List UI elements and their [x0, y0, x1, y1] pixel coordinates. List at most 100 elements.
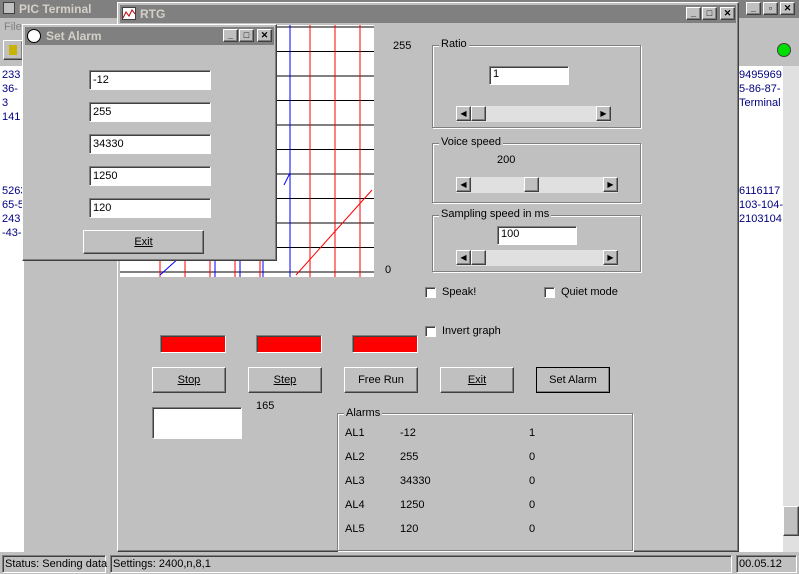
rtg-minimize-button[interactable]: _ [686, 7, 701, 20]
slider-right-arrow-icon[interactable]: ▶ [596, 106, 611, 121]
rtg-close-button[interactable]: ✕ [720, 7, 735, 20]
slider-left-arrow-icon[interactable]: ◀ [456, 106, 471, 121]
quiet-mode-label: Quiet mode [561, 286, 618, 298]
toolbar-tool-button[interactable] [3, 40, 23, 60]
alarm-value: 1250 [400, 499, 425, 511]
exit-button-label: Exit [467, 374, 487, 386]
indicator-2 [256, 335, 322, 353]
alarm-3-input[interactable]: 34330 [89, 134, 211, 154]
value-display-box [152, 407, 242, 439]
alarm-state: 0 [529, 523, 536, 535]
set-alarm-exit-label: Exit [134, 236, 153, 248]
invert-graph-label: Invert graph [442, 325, 501, 337]
indicator-3 [352, 335, 418, 353]
rtg-title: RTG [140, 7, 166, 21]
set-alarm-maximize-button[interactable]: □ [239, 29, 254, 42]
voice-speed-group: Voice speed 200 ◀ ▶ [432, 136, 641, 203]
terminal-text-left: 233 36-3 141 5263 65-5 243 -43- [0, 66, 24, 552]
set-alarm-minimize-button[interactable]: _ [223, 29, 238, 42]
terminal-restore-button[interactable]: ▫ [763, 2, 778, 15]
slider-left-arrow-icon[interactable]: ◀ [456, 177, 471, 192]
terminal-text-right: 9495969 5-86-87- Terminal 6116117 103-10… [738, 66, 783, 552]
exit-button[interactable]: Exit [440, 367, 514, 393]
settings-panel: Settings: 2400,n,8,1 [110, 555, 732, 573]
slider-thumb[interactable] [471, 106, 486, 121]
terminal-line: 36-3 [2, 83, 18, 109]
alarm-row: AL2 255 0 [345, 451, 625, 465]
alarm-2-input[interactable]: 255 [89, 102, 211, 122]
settings-text: Settings: 2400,n,8,1 [113, 558, 211, 570]
ratio-input[interactable]: 1 [489, 66, 569, 85]
set-alarm-button-label: Set Alarm [549, 374, 597, 386]
step-button-label: Step [273, 374, 297, 386]
alarm-state: 1 [529, 427, 536, 439]
voice-speed-value: 200 [497, 154, 516, 166]
status-panel: Status: Sending data [2, 555, 108, 573]
alarm-value: 255 [400, 451, 419, 463]
set-alarm-close-button[interactable]: ✕ [257, 29, 272, 42]
terminal-line: -43- [2, 227, 22, 239]
graph-max-label: 255 [393, 40, 412, 52]
sampling-speed-input[interactable]: 100 [497, 226, 577, 245]
rtg-app-icon [122, 7, 136, 20]
scroll-thumb[interactable] [783, 506, 799, 536]
counter-value: 165 [256, 400, 275, 412]
alarms-group: Alarms AL1 -12 1 AL2 255 0 AL3 34330 0 AL4 1250 0 AL… [337, 407, 633, 551]
quiet-mode-checkbox[interactable]: Quiet mode [544, 286, 634, 300]
rtg-maximize-button[interactable]: □ [702, 7, 717, 20]
alarm-1-input[interactable]: -12 [89, 70, 211, 90]
terminal-line: 2103104 [739, 213, 782, 225]
alarm-name: AL2 [345, 451, 365, 463]
invert-graph-checkbox[interactable]: Invert graph [425, 325, 525, 339]
stop-button[interactable]: Stop [152, 367, 226, 393]
alarm-row: AL5 120 0 [345, 523, 625, 537]
alarm-5-input[interactable]: 120 [89, 198, 211, 218]
slider-right-arrow-icon[interactable]: ▶ [603, 177, 618, 192]
terminal-line: 141 [2, 111, 21, 123]
rtg-titlebar[interactable]: RTG _ □ ✕ [120, 5, 736, 23]
connection-status-led [777, 43, 791, 57]
slider-thumb[interactable] [524, 177, 539, 192]
checkbox-box[interactable] [544, 287, 555, 298]
sampling-speed-slider[interactable]: ◀ ▶ [456, 250, 618, 266]
terminal-line: Terminal [739, 97, 781, 109]
sampling-speed-label: Sampling speed in ms [439, 208, 552, 220]
terminal-line: 243 [2, 213, 21, 225]
alarm-4-input[interactable]: 1250 [89, 166, 211, 186]
checkbox-box[interactable] [425, 287, 436, 298]
voice-speed-slider[interactable]: ◀ ▶ [456, 177, 618, 193]
ratio-label: Ratio [439, 38, 469, 50]
stop-button-label: Stop [177, 374, 201, 386]
set-alarm-button[interactable]: Set Alarm [536, 367, 610, 393]
terminal-line: 6116117 [739, 185, 781, 197]
terminal-line: 65-5 [2, 199, 24, 211]
alarm-row: AL3 34330 0 [345, 475, 625, 489]
terminal-close-button[interactable]: ✕ [780, 2, 795, 15]
tool-icon [9, 45, 17, 55]
status-text: Status: Sending data [5, 558, 108, 570]
alarm-value: 120 [400, 523, 419, 535]
terminal-line: 5-86-87- [739, 83, 781, 95]
graph-red-trace [295, 189, 373, 276]
alarm-value: -12 [400, 427, 416, 439]
ratio-slider[interactable]: ◀ ▶ [456, 106, 611, 122]
set-alarm-exit-button[interactable]: Exit [83, 230, 204, 254]
slider-thumb[interactable] [471, 250, 486, 265]
menu-file[interactable]: File [4, 21, 22, 33]
slider-left-arrow-icon[interactable]: ◀ [456, 250, 471, 265]
checkbox-box[interactable] [425, 326, 436, 337]
terminal-app-icon [3, 2, 15, 14]
alarm-name: AL1 [345, 427, 365, 439]
terminal-vertical-scrollbar[interactable] [783, 66, 799, 552]
free-run-button-label: Free Run [358, 374, 404, 386]
slider-right-arrow-icon[interactable]: ▶ [603, 250, 618, 265]
step-button[interactable]: Step [248, 367, 322, 393]
alarm-name: AL5 [345, 523, 365, 535]
terminal-minimize-button[interactable]: _ [746, 2, 761, 15]
speak-checkbox[interactable]: Speak! [425, 286, 505, 300]
free-run-button[interactable]: Free Run [344, 367, 418, 393]
set-alarm-titlebar[interactable]: Set Alarm _ □ ✕ [25, 27, 274, 45]
terminal-line: 9495969 [739, 69, 782, 81]
set-alarm-title: Set Alarm [46, 29, 102, 43]
terminal-line: 233 [2, 69, 21, 81]
